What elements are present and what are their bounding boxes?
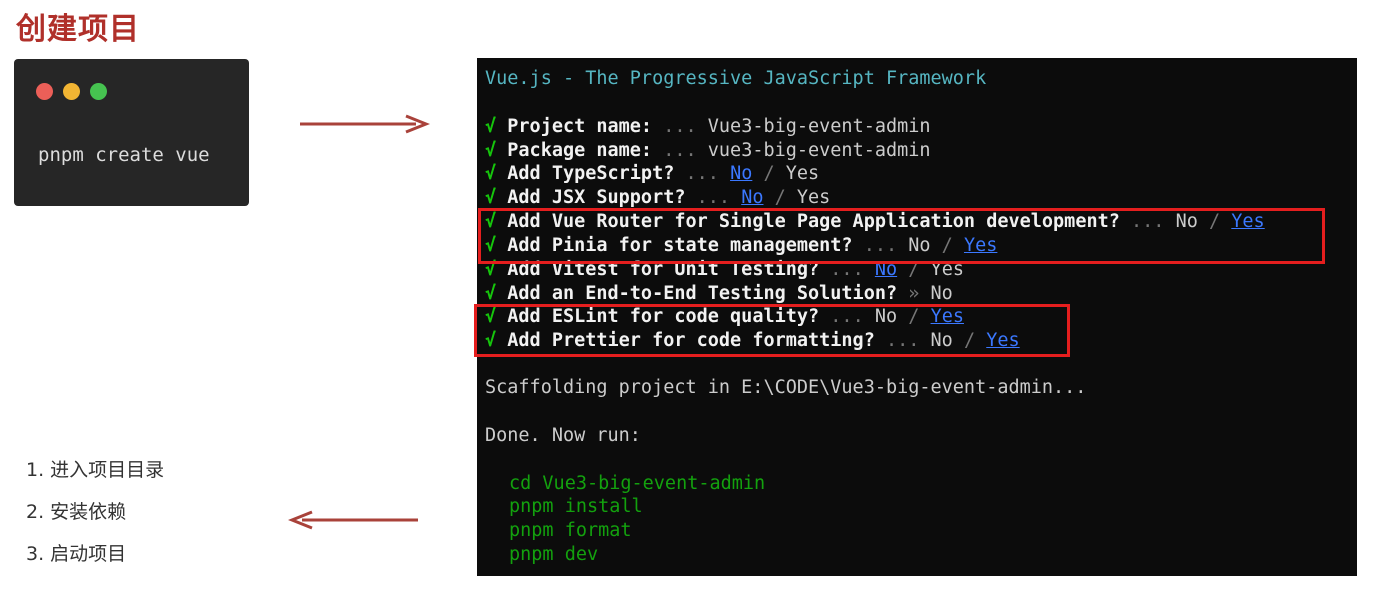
right-arrow-icon [298, 114, 430, 134]
prompt-jsx: √ Add JSX Support? ... No / Yes [485, 187, 831, 208]
command-dev: pnpm dev [509, 544, 599, 565]
terminal-header: Vue.js - The Progressive JavaScript Fram… [485, 68, 987, 89]
left-arrow-icon [288, 510, 422, 530]
page-title: 创建项目 [16, 12, 140, 47]
step-item: 2. 安装依赖 [26, 501, 127, 523]
highlight-box-eslint-prettier [474, 304, 1070, 357]
steps-list: 1. 进入项目目录 2. 安装依赖 3. 启动项目 [26, 456, 164, 582]
prompt-package-name: √ Package name: ... vue3-big-event-admin [485, 140, 931, 161]
command-window: pnpm create vue [14, 59, 249, 206]
command-format: pnpm format [509, 520, 632, 541]
minimize-dot-icon [63, 83, 80, 100]
scaffolding-message: Scaffolding project in E:\CODE\Vue3-big-… [485, 377, 1087, 398]
prompt-typescript: √ Add TypeScript? ... No / Yes [485, 163, 820, 184]
step-item: 1. 进入项目目录 [26, 459, 165, 481]
done-message: Done. Now run: [485, 425, 641, 446]
step-item: 3. 启动项目 [26, 543, 127, 565]
command-cd: cd Vue3-big-event-admin [509, 473, 766, 494]
prompt-project-name: √ Project name: ... Vue3-big-event-admin [485, 116, 931, 137]
prompt-e2e: √ Add an End-to-End Testing Solution? » … [485, 283, 953, 304]
close-dot-icon [36, 83, 53, 100]
maximize-dot-icon [90, 83, 107, 100]
command-install: pnpm install [509, 496, 643, 517]
highlight-box-router-pinia [478, 208, 1325, 264]
create-command: pnpm create vue [38, 144, 210, 166]
window-controls [36, 83, 107, 100]
